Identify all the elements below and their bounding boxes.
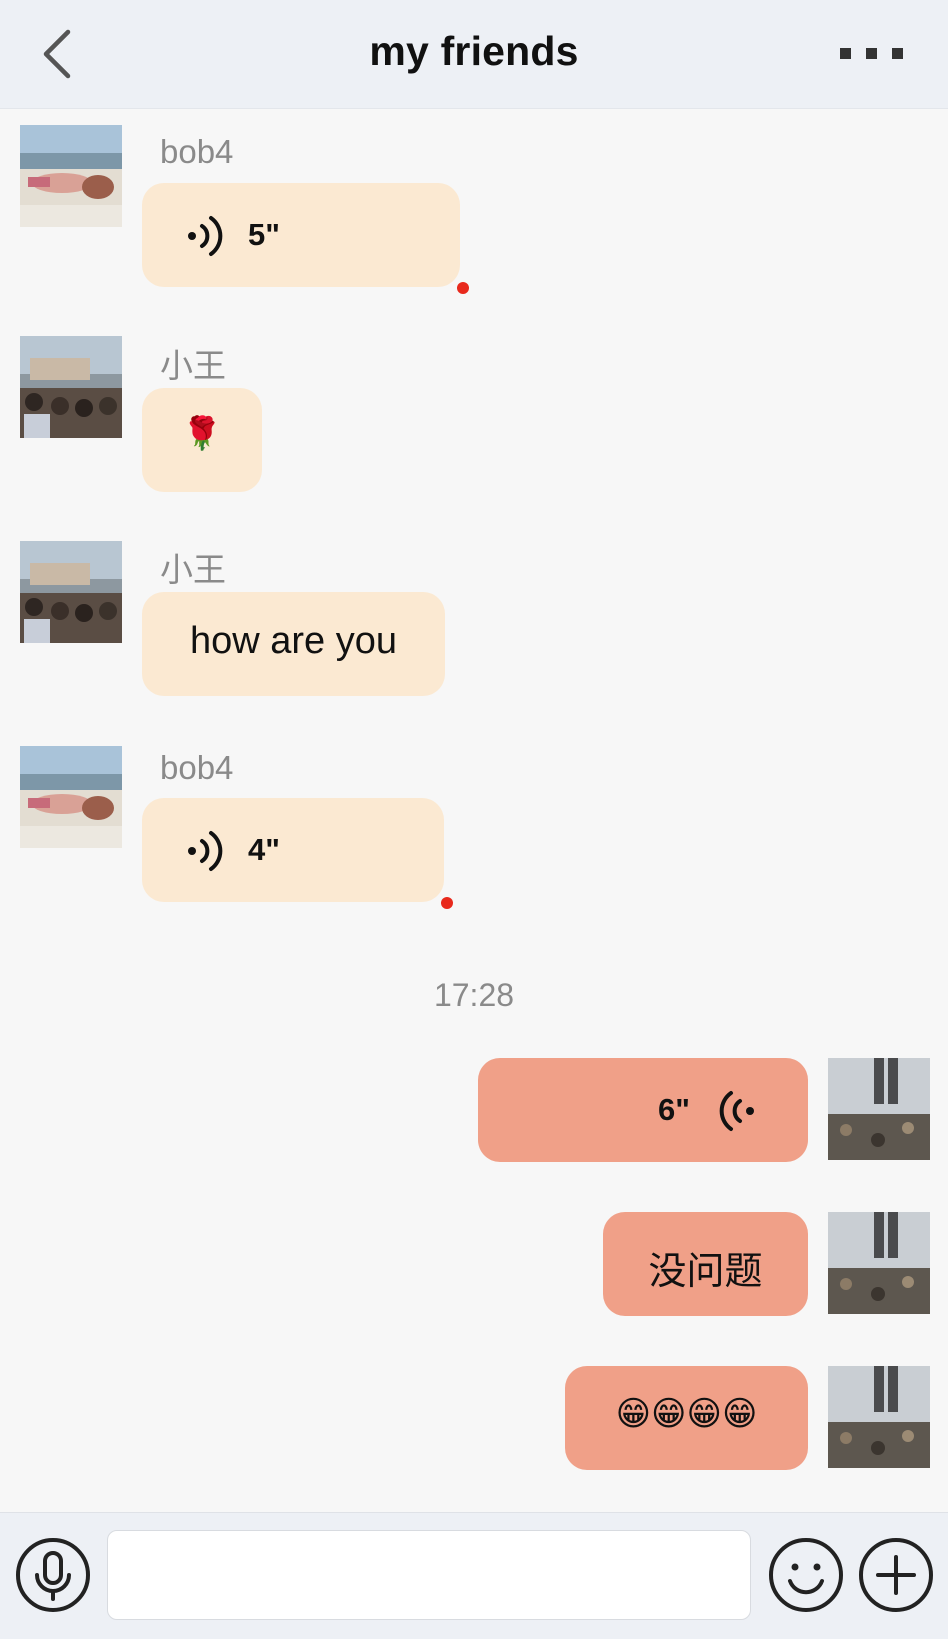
unread-dot xyxy=(457,282,469,294)
voice-duration: 4" xyxy=(248,832,280,867)
emoji-message-bubble[interactable]: 🌹 xyxy=(142,388,262,492)
voice-wave-icon xyxy=(719,1091,754,1131)
unread-dot xyxy=(441,897,453,909)
voice-duration: 5" xyxy=(248,217,280,252)
voice-message-bubble[interactable]: 6" xyxy=(478,1058,808,1162)
voice-wave-icon xyxy=(188,831,223,871)
voice-message-bubble[interactable]: 5" xyxy=(142,183,460,287)
avatar-bob4[interactable] xyxy=(20,125,122,227)
message-list[interactable]: bob4 5" 小王 🌹 小王 how are you bob4 4" 17:2… xyxy=(0,109,948,1512)
avatar-bob4[interactable] xyxy=(20,746,122,848)
avatar-me[interactable] xyxy=(828,1058,930,1160)
voice-message-bubble[interactable]: 4" xyxy=(142,798,444,902)
message-text: 🌹 xyxy=(182,415,222,451)
avatar-xiaowang[interactable] xyxy=(20,541,122,643)
voice-wave-icon xyxy=(188,216,223,256)
message-text: 😁😁😁😁 xyxy=(615,1395,758,1433)
more-actions-button[interactable] xyxy=(858,1537,934,1613)
emoji-message-bubble[interactable]: 😁😁😁😁 xyxy=(565,1366,808,1470)
sender-name: bob4 xyxy=(160,749,234,786)
plus-icon xyxy=(859,1538,933,1612)
text-message-bubble[interactable]: 没问题 xyxy=(603,1212,808,1316)
page-title: my friends xyxy=(369,28,579,74)
microphone-icon xyxy=(16,1538,90,1612)
sender-name: 小王 xyxy=(160,347,226,384)
composer-bar xyxy=(0,1512,948,1639)
emoji-button[interactable] xyxy=(768,1537,844,1613)
nav-header: my friends xyxy=(0,0,948,109)
avatar-xiaowang[interactable] xyxy=(20,336,122,438)
voice-input-button[interactable] xyxy=(15,1537,91,1613)
sender-name: bob4 xyxy=(160,133,234,170)
chat-timestamp: 17:28 xyxy=(433,977,515,1013)
sender-name: 小王 xyxy=(160,551,226,588)
message-text: how are you xyxy=(189,620,397,662)
more-dots-icon xyxy=(840,48,851,59)
message-input[interactable] xyxy=(107,1530,751,1620)
avatar-me[interactable] xyxy=(828,1212,930,1314)
text-message-bubble[interactable]: how are you xyxy=(142,592,445,696)
smiley-icon xyxy=(769,1538,843,1612)
voice-duration: 6" xyxy=(658,1092,690,1127)
message-text: 没问题 xyxy=(648,1251,763,1293)
more-button[interactable] xyxy=(840,46,904,62)
avatar-me[interactable] xyxy=(828,1366,930,1468)
